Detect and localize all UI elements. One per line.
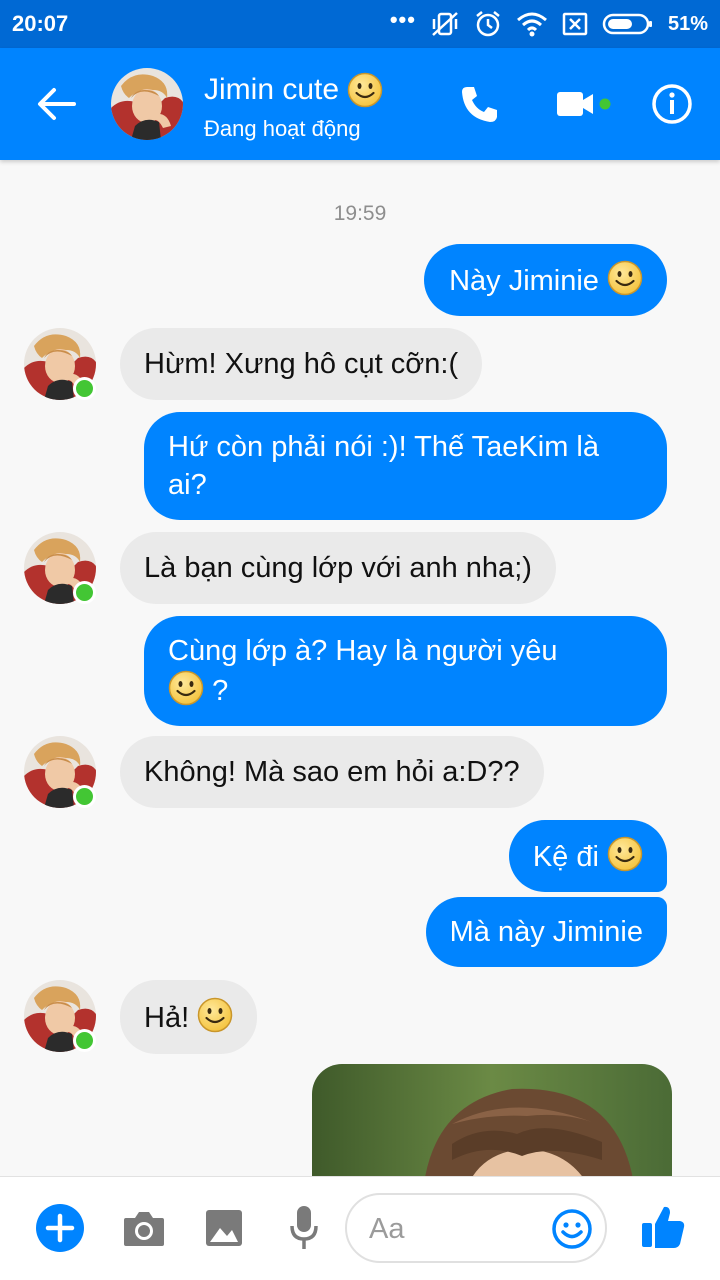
incoming-message[interactable]: Hừm! Xưng hô cụt cỡn:( <box>120 328 483 400</box>
outgoing-message[interactable]: Hứ còn phải nói :)! Thế TaeKim là ai? <box>144 412 667 520</box>
photo-message[interactable] <box>312 1064 672 1176</box>
smiley-emoji-icon <box>607 836 643 872</box>
phone-icon[interactable] <box>458 82 502 126</box>
incoming-message[interactable]: Hả! <box>120 980 258 1054</box>
outgoing-message[interactable]: Kệ đi <box>508 820 667 892</box>
contact-avatar-small[interactable] <box>24 980 96 1052</box>
gallery-icon[interactable] <box>204 1208 244 1248</box>
back-arrow-icon[interactable] <box>34 84 78 124</box>
contact-name-text: Jimin cute <box>204 73 340 106</box>
no-sim-icon <box>562 12 588 36</box>
status-icons: ••• 51% <box>390 8 708 40</box>
message-list[interactable]: 19:59 Này Jiminie Hừm! Xưng hô cụt cỡn:(… <box>0 160 720 1176</box>
message-input-wrapper[interactable] <box>345 1193 607 1263</box>
battery-percent: 51% <box>667 12 708 35</box>
contact-avatar[interactable] <box>111 68 183 140</box>
contact-avatar-small[interactable] <box>24 736 96 808</box>
incoming-message[interactable]: Là bạn cùng lớp với anh nha;) <box>120 532 556 604</box>
thumbs-up-icon[interactable] <box>640 1203 686 1251</box>
microphone-icon[interactable] <box>288 1204 320 1252</box>
message-input[interactable] <box>369 1207 549 1251</box>
emoji-icon[interactable] <box>551 1208 593 1250</box>
camera-icon[interactable] <box>122 1208 166 1248</box>
incoming-message[interactable]: Không! Mà sao em hỏi a:D?? <box>120 736 544 808</box>
info-icon[interactable] <box>650 82 694 126</box>
contact-name[interactable]: Jimin cute <box>204 72 383 108</box>
contact-avatar-small[interactable] <box>24 532 96 604</box>
smiley-emoji-icon <box>168 670 204 706</box>
conversation-header: Jimin cute Đang hoạt động <box>0 48 720 160</box>
active-status: Đang hoạt động <box>204 116 361 141</box>
alarm-icon <box>476 11 500 37</box>
battery-icon <box>602 13 652 35</box>
smiley-emoji-icon <box>197 997 233 1033</box>
overflow-dots: ••• <box>389 7 416 32</box>
vibrate-off-icon <box>432 12 458 36</box>
online-indicator <box>73 377 96 400</box>
message-timestamp: 19:59 <box>333 202 387 225</box>
outgoing-message[interactable]: Cùng lớp à? Hay là người yêu ? <box>144 616 667 726</box>
plus-icon[interactable] <box>35 1203 85 1253</box>
photo-image <box>312 1064 672 1176</box>
wifi-icon <box>516 12 547 37</box>
outgoing-message[interactable]: Mà này Jiminie <box>425 897 667 967</box>
outgoing-message[interactable]: Này Jiminie <box>424 244 667 316</box>
smiley-emoji-icon <box>347 72 383 108</box>
online-indicator <box>73 581 96 604</box>
message-composer <box>0 1176 720 1280</box>
smiley-emoji-icon <box>607 260 643 296</box>
video-camera-icon[interactable] <box>555 84 615 124</box>
online-indicator <box>73 785 96 808</box>
contact-avatar-small[interactable] <box>24 328 96 400</box>
clock: 20:07 <box>12 11 69 36</box>
online-indicator <box>73 1029 96 1052</box>
status-bar: 20:07 ••• 51% <box>0 0 720 48</box>
